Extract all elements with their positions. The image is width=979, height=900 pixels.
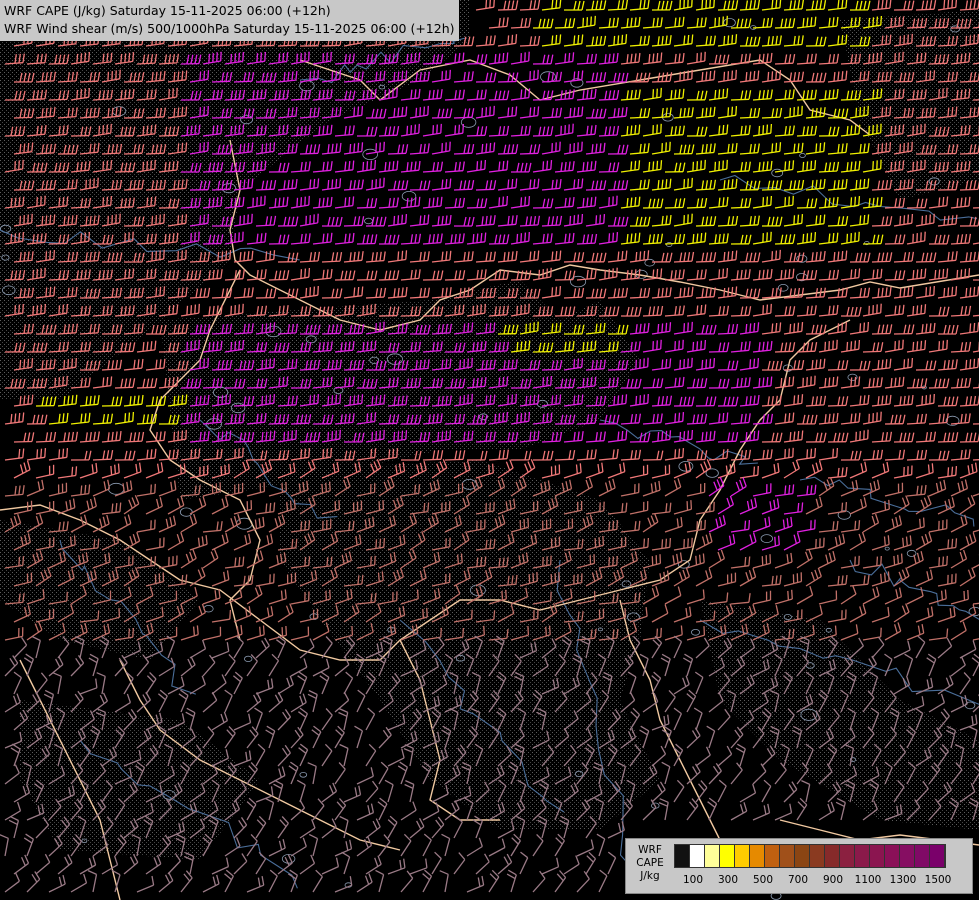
cape-legend: WRF CAPE J/kg 100 300 500 700 900 1100 1300 150… — [625, 838, 973, 894]
legend-tick-labels: 100 300 500 700 900 1100 1300 1500 — [674, 874, 974, 888]
legend-swatch — [855, 845, 870, 867]
legend-swatch — [690, 845, 705, 867]
legend-swatch — [810, 845, 825, 867]
legend-color-scale — [674, 844, 946, 868]
legend-swatch — [675, 845, 690, 867]
legend-tick-label: 900 — [822, 874, 844, 886]
legend-swatch — [705, 845, 720, 867]
legend-swatch — [885, 845, 900, 867]
legend-swatch — [795, 845, 810, 867]
weather-map — [0, 0, 979, 900]
legend-swatch — [765, 845, 780, 867]
legend-swatch — [735, 845, 750, 867]
map-title-box: WRF CAPE (J/kg) Saturday 15-11-2025 06:0… — [0, 0, 459, 41]
wind-shear-title: WRF Wind shear (m/s) 500/1000hPa Saturda… — [4, 21, 455, 36]
legend-swatch — [840, 845, 855, 867]
legend-tick-label: 300 — [717, 874, 739, 886]
legend-tick-label: 100 — [682, 874, 704, 886]
legend-swatch — [930, 845, 945, 867]
legend-swatch — [780, 845, 795, 867]
legend-tick-label: 700 — [787, 874, 809, 886]
legend-swatch — [915, 845, 930, 867]
legend-field-label: CAPE — [636, 857, 664, 869]
legend-model-label: WRF — [638, 844, 662, 856]
legend-swatch — [750, 845, 765, 867]
legend-tick-label: 1100 — [854, 874, 882, 886]
legend-swatch — [825, 845, 840, 867]
legend-tick-label: 500 — [752, 874, 774, 886]
legend-swatch — [900, 845, 915, 867]
legend-tick-label: 1300 — [889, 874, 917, 886]
legend-swatch — [720, 845, 735, 867]
legend-tick-label: 1500 — [924, 874, 952, 886]
legend-title: WRF CAPE J/kg — [630, 844, 670, 883]
cape-title: WRF CAPE (J/kg) Saturday 15-11-2025 06:0… — [4, 3, 331, 18]
legend-unit-label: J/kg — [640, 870, 660, 882]
legend-swatch — [870, 845, 885, 867]
